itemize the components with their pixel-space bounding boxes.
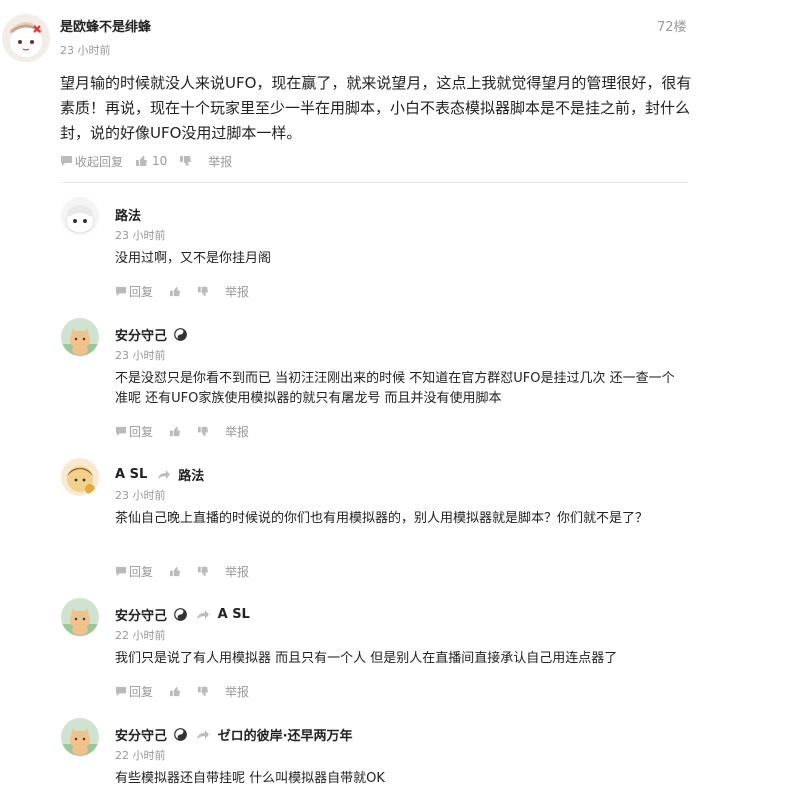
reply-arrow-icon [197,730,210,739]
dislike-button[interactable] [197,686,209,697]
reply-button[interactable]: 回复 [115,423,153,440]
reply-text: 不是没怼只是你看不到而已 当初汪汪刚出来的时候 不知道在官方群怼UFO是挂过几次… [115,371,675,406]
report-button[interactable]: 举报 [225,423,249,440]
avatar[interactable] [61,598,99,636]
collapse-replies-button[interactable]: 收起回复 [60,153,123,170]
speech-bubble-icon [115,426,127,436]
yin-yang-badge-icon [173,608,187,621]
report-button[interactable]: 举报 [225,563,249,580]
reply-username[interactable]: 路法 [115,205,141,224]
comment-actions: 收起回复 10 举报 [60,153,232,169]
reply-time: 22 小时前 [115,629,166,642]
avatar[interactable] [2,14,50,62]
comment-time: 23 小时前 [60,44,111,57]
speech-bubble-icon [61,156,72,166]
floor-number: 72楼 [657,20,687,35]
reply-text: 茶仙自己晚上直播的时候说的你们也有用模拟器的，别人用模拟器就是脚本？你们就不是了… [115,511,649,526]
thumbs-down-icon [197,686,209,696]
avatar[interactable] [61,318,99,356]
reply-label: 回复 [129,424,154,439]
avatar[interactable] [61,718,99,756]
dislike-button[interactable] [197,286,209,297]
speech-bubble-icon [115,686,127,696]
reply-time: 22 小时前 [115,749,166,762]
comment-username[interactable]: 是欧蜂不是绯蜂 [60,16,151,35]
speech-bubble-icon [115,286,127,296]
reply-username[interactable]: 安分守己 [115,729,167,744]
comment-thread: 是欧蜂不是绯蜂 23 小时前 72楼 望月输的时候就没人来说UFO，现在赢了，就… [0,0,789,798]
reply-time: 23 小时前 [115,349,166,362]
reply-username-row: A SL 路法 [115,465,204,484]
dislike-button[interactable] [179,155,192,167]
thumbs-down-icon [180,156,192,166]
reply-arrow-icon [157,470,170,479]
dislike-button[interactable] [197,566,209,577]
thumbs-down-icon [197,286,209,296]
reply-arrow-icon [197,610,210,619]
like-button[interactable] [169,286,181,297]
reply-actions: 回复 举报 [115,423,249,439]
reply-text: 没用过啊，又不是你挂月阁 [115,251,272,266]
like-button[interactable]: 10 [135,154,167,168]
reply-username-row: 安分守己 A SL [115,605,250,624]
thumbs-down-icon [197,566,209,576]
thumbs-up-icon [136,156,148,166]
like-button[interactable] [169,566,181,577]
avatar[interactable] [61,197,99,235]
reply-username[interactable]: 安分守己 [115,329,167,344]
reply-time: 23 小时前 [115,489,166,502]
report-button[interactable]: 举报 [225,283,249,300]
thumbs-up-icon [169,426,181,436]
reply-target-username[interactable]: ゼロ的彼岸·还早两万年 [218,729,353,744]
like-count: 10 [152,154,168,168]
like-button[interactable] [169,686,181,697]
reply-button[interactable]: 回复 [115,563,153,580]
reply-actions: 回复 举报 [115,563,249,579]
thumbs-up-icon [169,286,181,296]
reply-actions: 回复 举报 [115,283,249,299]
reply-button[interactable]: 回复 [115,683,153,700]
speech-bubble-icon [115,566,127,576]
dislike-button[interactable] [197,426,209,437]
report-button[interactable]: 举报 [225,683,249,700]
reply-button[interactable]: 回复 [115,283,153,300]
divider [60,182,688,183]
reply-text: 有些模拟器还自带挂呢 什么叫模拟器自带就OK [115,771,385,786]
like-button[interactable] [169,426,181,437]
reply-target-username[interactable]: 路法 [178,469,204,484]
reply-label: 回复 [129,684,154,699]
reply-time: 23 小时前 [115,229,166,242]
yin-yang-badge-icon [173,728,187,741]
report-button[interactable]: 举报 [208,153,232,170]
reply-text: 我们只是说了有人用模拟器 而且只有一个人 但是别人在直播间直接承认自己用连点器了 [115,651,618,666]
reply-actions: 回复 举报 [115,683,249,699]
comment-text: 望月输的时候就没人来说UFO，现在赢了，就来说望月，这点上我就觉得望月的管理很好… [60,74,692,142]
collapse-replies-label: 收起回复 [75,154,124,169]
thumbs-up-icon [169,686,181,696]
reply-username[interactable]: 安分守己 [115,609,167,624]
avatar[interactable] [61,458,99,496]
reply-username[interactable]: A SL [115,467,147,482]
yin-yang-badge-icon [173,328,187,341]
thumbs-up-icon [169,566,181,576]
reply-target-username[interactable]: A SL [218,607,250,622]
reply-username-row: 安分守己 ゼロ的彼岸·还早两万年 [115,725,353,744]
thumbs-down-icon [197,426,209,436]
reply-label: 回复 [129,564,154,579]
reply-username-row: 安分守己 [115,325,187,344]
reply-label: 回复 [129,284,154,299]
